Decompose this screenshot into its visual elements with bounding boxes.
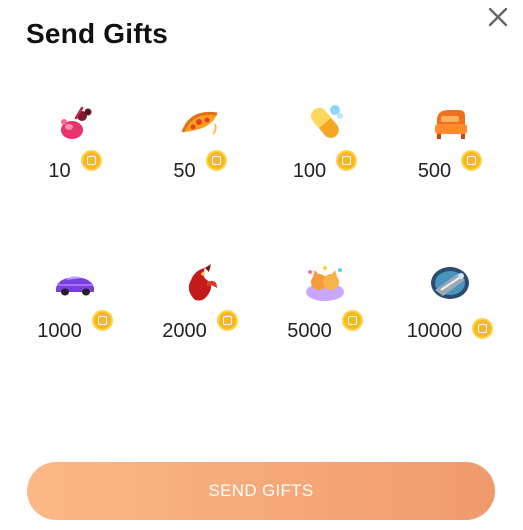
gift-item-party-cat[interactable]: 5000 bbox=[270, 260, 380, 343]
gift-price: 10000 bbox=[406, 320, 463, 342]
spaceship-gift-icon bbox=[431, 267, 469, 299]
cocktail-gift-icon bbox=[61, 106, 92, 139]
coin-icon bbox=[336, 150, 358, 171]
gift-item-armchair[interactable]: 500 bbox=[395, 100, 505, 183]
coin-icon bbox=[216, 310, 238, 331]
coin-icon bbox=[205, 150, 227, 171]
gift-item-dragon[interactable]: 2000 bbox=[145, 260, 255, 343]
armchair-gift-icon bbox=[435, 110, 467, 139]
gift-price: 5000 bbox=[287, 320, 332, 342]
gift-item-spaceship[interactable]: 10000 bbox=[395, 260, 505, 343]
gift-price: 100 bbox=[292, 160, 327, 182]
party-cat-gift-icon bbox=[306, 266, 344, 301]
gift-price: 1000 bbox=[37, 320, 82, 342]
gift-price: 50 bbox=[173, 160, 196, 182]
dragon-gift-icon bbox=[188, 264, 217, 301]
pill-gift-icon bbox=[311, 105, 343, 138]
gift-item-pill[interactable]: 100 bbox=[270, 100, 380, 183]
gift-price: 10 bbox=[48, 160, 71, 182]
gift-item-sports-car[interactable]: 1000 bbox=[20, 260, 130, 343]
sports-car-gift-icon bbox=[56, 276, 94, 296]
coin-icon bbox=[472, 318, 494, 339]
gift-price: 500 bbox=[417, 160, 452, 182]
send-gifts-button[interactable]: SEND GIFTS bbox=[27, 462, 495, 520]
coin-icon bbox=[341, 310, 363, 331]
pizza-gift-icon bbox=[181, 111, 218, 135]
coin-icon bbox=[91, 310, 113, 331]
close-icon[interactable] bbox=[485, 4, 511, 30]
dialog-title: Send Gifts bbox=[26, 18, 169, 49]
coin-icon bbox=[80, 150, 102, 171]
gift-item-cocktail[interactable]: 10 bbox=[20, 100, 130, 183]
coin-icon bbox=[461, 150, 483, 171]
gift-price: 2000 bbox=[162, 320, 207, 342]
gift-item-pizza[interactable]: 50 bbox=[145, 100, 255, 183]
